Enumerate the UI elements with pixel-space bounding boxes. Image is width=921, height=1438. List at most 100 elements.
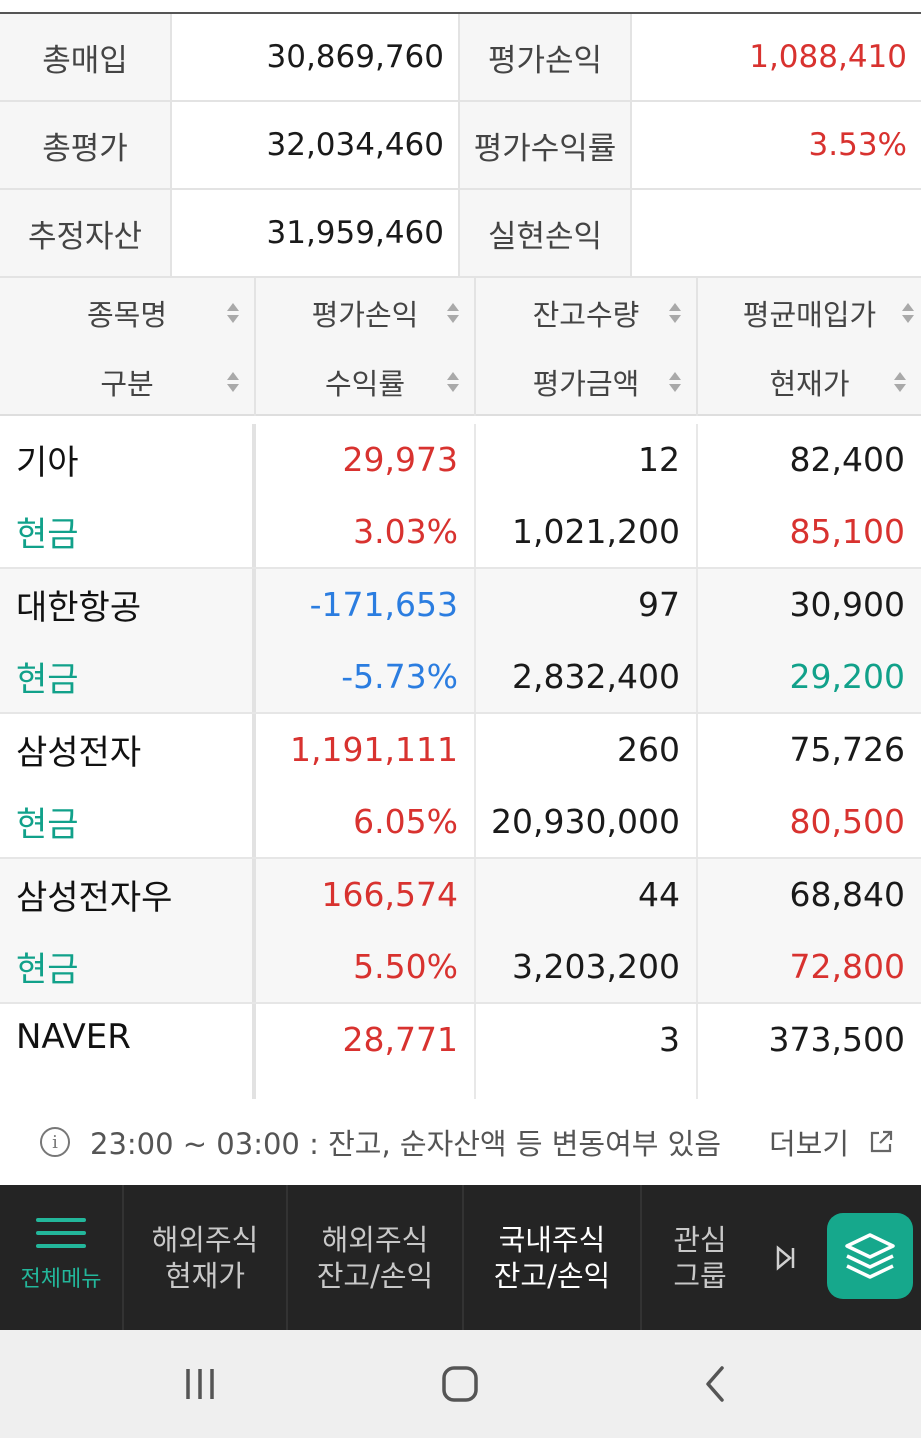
sort-by-stock-name[interactable]: 종목명 (0, 278, 254, 347)
header-quantity: 잔고수량 (532, 297, 640, 332)
header-avg-price: 평균매입가 (742, 297, 877, 332)
menu-label-line2: 잔고/손익 (493, 1258, 611, 1293)
menu-watch-group[interactable]: 관심 그룹 (642, 1185, 758, 1330)
stock-name: 삼성전자 (16, 733, 142, 774)
return-rate: 3.03% (353, 511, 458, 551)
total-eval-label: 총평가 (0, 102, 172, 188)
sort-by-avg-price[interactable]: 평균매입가 (698, 278, 921, 347)
header-col-price: 평균매입가 현재가 (698, 278, 921, 416)
return-rate (256, 1076, 474, 1100)
holding-row[interactable]: 기아 현금 29,973 3.03% 12 1,021,200 82,400 8… (0, 424, 921, 569)
quantity: 44 (638, 875, 680, 915)
home-button[interactable] (420, 1330, 500, 1438)
stock-name: 대한항공 (16, 588, 142, 629)
total-eval-value: 32,034,460 (172, 102, 460, 188)
header-current-price: 현재가 (769, 366, 850, 401)
estimated-assets-label: 추정자산 (0, 190, 172, 276)
back-button[interactable] (675, 1330, 755, 1438)
quantity: 97 (638, 585, 680, 625)
avg-price: 68,840 (789, 875, 905, 915)
header-eval-amount: 평가금액 (532, 366, 640, 401)
stock-name: 삼성전자우 (16, 878, 173, 919)
total-purchase-value: 30,869,760 (172, 14, 460, 100)
bottom-menu-bar: 전체메뉴 해외주식 현재가 해외주식 잔고/손익 국내주식 잔고/손익 관심 그… (0, 1185, 921, 1330)
all-menu-button[interactable]: 전체메뉴 (0, 1185, 124, 1330)
summary-row-estimated-assets: 추정자산 31,959,460 실현손익 (0, 190, 921, 278)
menu-overseas-price[interactable]: 해외주식 현재가 (124, 1185, 288, 1330)
eval-amount (476, 1076, 696, 1100)
eval-pnl: 166,574 (321, 875, 458, 915)
system-navigation-bar (0, 1330, 921, 1438)
summary-row-total-purchase: 총매입 30,869,760 평가손익 1,088,410 (0, 14, 921, 102)
current-price: 29,200 (789, 656, 905, 696)
quantity: 3 (659, 1020, 680, 1060)
sort-icon (226, 302, 240, 324)
header-eval-pnl: 평가손익 (311, 297, 419, 332)
holding-row[interactable]: 삼성전자 현금 1,191,111 6.05% 260 20,930,000 7… (0, 714, 921, 859)
current-price: 85,100 (789, 511, 905, 551)
eval-amount: 1,021,200 (512, 511, 680, 551)
layers-icon (845, 1233, 895, 1279)
layers-button[interactable] (827, 1213, 913, 1299)
sort-icon (668, 371, 682, 393)
holdings-list[interactable]: 기아 현금 29,973 3.03% 12 1,021,200 82,400 8… (0, 424, 921, 1099)
sort-icon (668, 302, 682, 324)
menu-overseas-balance[interactable]: 해외주식 잔고/손익 (288, 1185, 464, 1330)
sort-by-eval-amount[interactable]: 평가금액 (476, 347, 696, 416)
sort-by-type[interactable]: 구분 (0, 347, 254, 416)
eval-pnl: -171,653 (309, 585, 458, 625)
next-arrow-icon[interactable] (758, 1185, 814, 1330)
summary-row-total-eval: 총평가 32,034,460 평가수익률 3.53% (0, 102, 921, 190)
current-price: 80,500 (789, 801, 905, 841)
recent-apps-button[interactable] (160, 1330, 240, 1438)
menu-label-line2: 잔고/손익 (316, 1258, 434, 1293)
holding-type: 현금 (16, 514, 79, 555)
quantity: 12 (638, 440, 680, 480)
eval-return-rate-label: 평가수익률 (460, 102, 632, 188)
holding-row[interactable]: NAVER 현금 28,771 3 373,500 (0, 1004, 921, 1099)
stock-name: 기아 (16, 443, 79, 484)
more-link[interactable]: 더보기 (769, 1099, 895, 1185)
avg-price: 82,400 (789, 440, 905, 480)
header-col-qty: 잔고수량 평가금액 (476, 278, 698, 416)
external-link-icon (870, 1130, 893, 1153)
holding-row[interactable]: 삼성전자우 현금 166,574 5.50% 44 3,203,200 68,8… (0, 859, 921, 1004)
sort-by-eval-pnl[interactable]: 평가손익 (256, 278, 474, 347)
all-menu-label: 전체메뉴 (20, 1266, 102, 1292)
notice-bar: i 23:00 ~ 03:00 : 잔고, 순자산액 등 변동여부 있음 더보기 (0, 1099, 921, 1185)
holding-row[interactable]: 대한항공 현금 -171,653 -5.73% 97 2,832,400 30,… (0, 569, 921, 714)
holding-type: 현금 (16, 804, 79, 845)
avg-price: 75,726 (789, 730, 905, 770)
sort-icon (446, 302, 460, 324)
holding-type: 현금 (16, 659, 79, 700)
avg-price: 30,900 (789, 585, 905, 625)
header-col-pnl: 평가손익 수익률 (256, 278, 476, 416)
eval-pnl-value: 1,088,410 (749, 39, 907, 75)
home-icon (442, 1366, 478, 1402)
realized-pnl-label: 실현손익 (460, 190, 632, 276)
menu-domestic-balance[interactable]: 국내주식 잔고/손익 (464, 1185, 642, 1330)
menu-label-line1: 관심 (673, 1222, 727, 1257)
sort-by-current-price[interactable]: 현재가 (698, 347, 921, 416)
holdings-table-header: 종목명 구분 평가손익 수익률 잔고수량 평가금액 평균매입가 현재가 (0, 278, 921, 416)
eval-amount: 20,930,000 (491, 801, 680, 841)
eval-pnl: 1,191,111 (290, 730, 458, 770)
sort-by-quantity[interactable]: 잔고수량 (476, 278, 696, 347)
account-summary-table: 총매입 30,869,760 평가손익 1,088,410 총평가 32,034… (0, 12, 921, 278)
eval-pnl: 28,771 (342, 1020, 458, 1060)
avg-price: 373,500 (768, 1020, 905, 1060)
menu-label-line1: 해외주식 (321, 1222, 429, 1257)
header-type: 구분 (100, 366, 154, 401)
header-return-rate: 수익률 (324, 366, 406, 401)
holding-type: 현금 (16, 949, 79, 990)
sort-by-return-rate[interactable]: 수익률 (256, 347, 474, 416)
menu-label-line2: 현재가 (164, 1258, 246, 1293)
menu-label-line2: 그룹 (673, 1258, 727, 1293)
return-rate: 6.05% (353, 801, 458, 841)
menu-label-line1: 국내주식 (498, 1222, 606, 1257)
total-purchase-label: 총매입 (0, 14, 172, 100)
eval-amount: 3,203,200 (512, 946, 680, 986)
back-icon (706, 1366, 724, 1402)
more-label: 더보기 (768, 1127, 849, 1161)
return-rate: 5.50% (353, 946, 458, 986)
